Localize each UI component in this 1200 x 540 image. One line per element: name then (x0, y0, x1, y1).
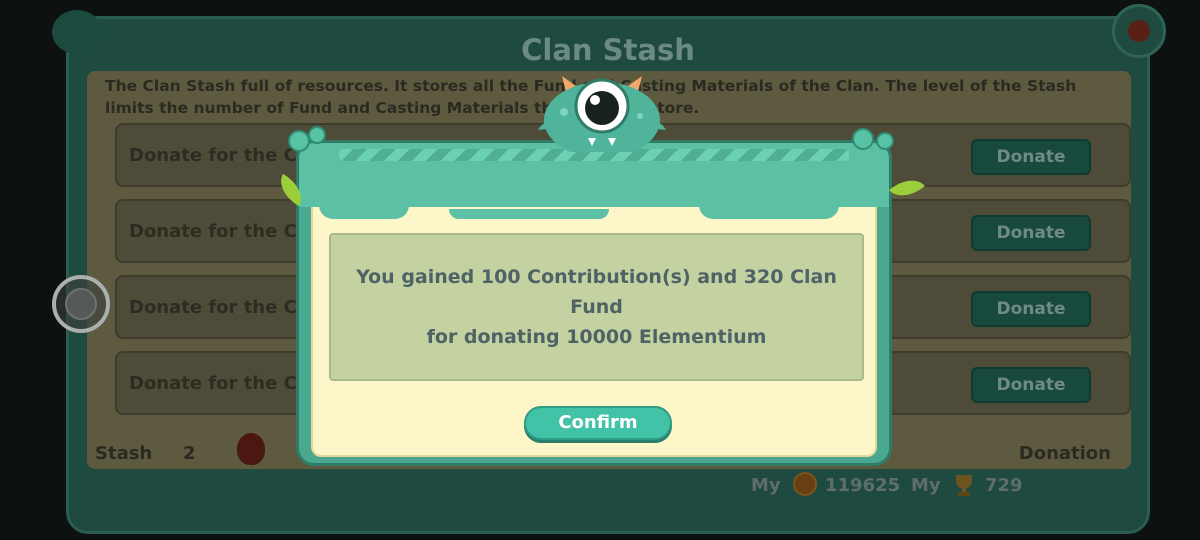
my-contribution-label: My (911, 475, 941, 496)
corner-pod-icon (876, 132, 894, 150)
confirm-button[interactable]: Confirm (524, 406, 672, 440)
donate-button[interactable]: Donate (971, 139, 1091, 175)
panel-title: Clan Stash (521, 33, 695, 67)
message-line-2: for donating 10000 Elementium (426, 326, 767, 348)
message-line-1: You gained 100 Contribution(s) and 320 C… (356, 266, 837, 318)
reward-dialog: You gained 100 Contribution(s) and 320 C… (296, 140, 892, 466)
donate-button[interactable]: Donate (971, 291, 1091, 327)
my-fund-label: My (751, 475, 781, 496)
mascot-monster-icon (532, 72, 672, 158)
donate-button[interactable]: Donate (971, 215, 1091, 251)
donate-button[interactable]: Donate (971, 367, 1091, 403)
fund-coin-icon (793, 472, 817, 496)
close-button[interactable] (1112, 4, 1166, 58)
stash-label: Stash (95, 443, 153, 464)
joystick-knob[interactable] (65, 288, 97, 320)
my-contribution-value: 729 (985, 475, 1023, 496)
close-icon (1128, 20, 1150, 42)
corner-pod-icon (308, 126, 326, 144)
trophy-icon (951, 473, 977, 497)
my-fund-value: 119625 (825, 475, 901, 496)
message-box: You gained 100 Contribution(s) and 320 C… (329, 233, 864, 381)
dialog-header (299, 143, 889, 219)
virtual-joystick[interactable] (52, 275, 110, 333)
donation-label: Donation (1018, 443, 1111, 464)
elementium-egg-icon (237, 433, 265, 465)
corner-pod-icon (852, 128, 874, 150)
stash-level: 2 (183, 443, 196, 464)
corner-ornament (52, 10, 102, 54)
corner-pod-icon (288, 130, 310, 152)
